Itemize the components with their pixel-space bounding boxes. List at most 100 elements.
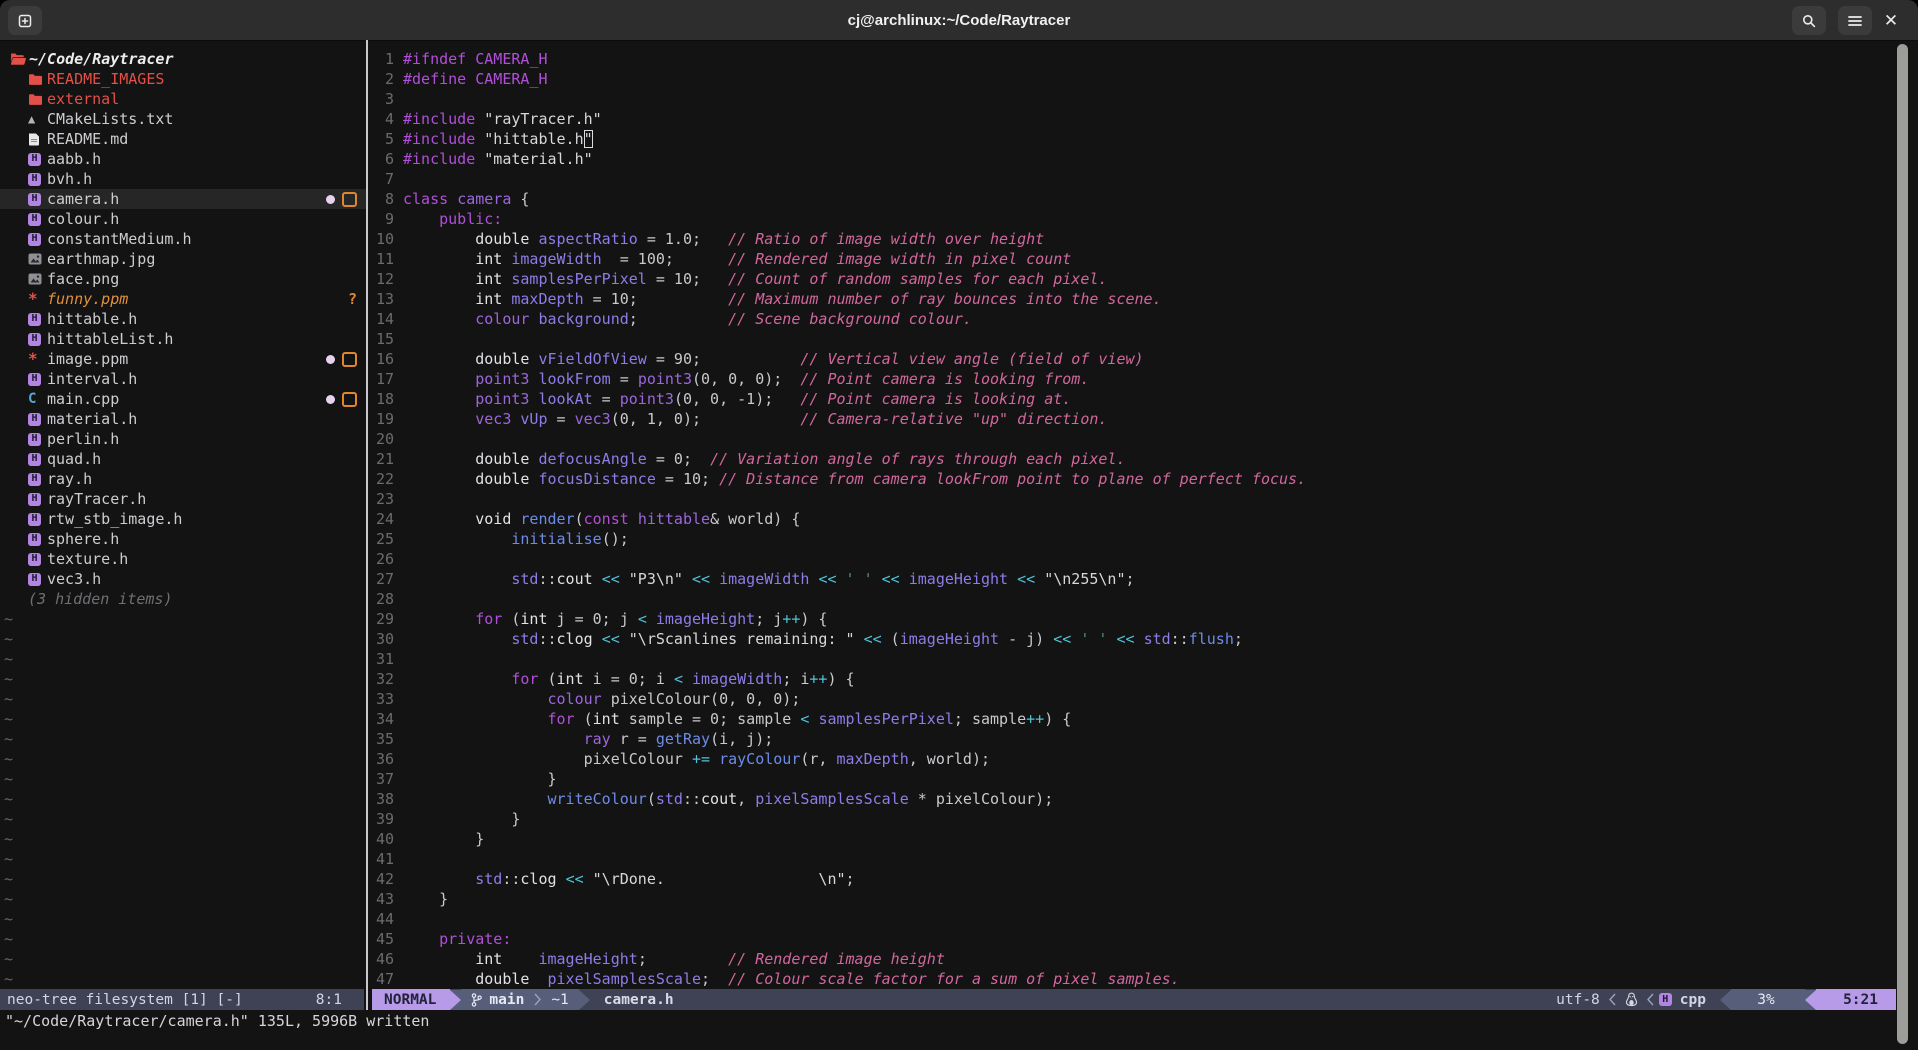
code-line[interactable]: 43 } — [368, 889, 1918, 909]
code-line[interactable]: 5#include "hittable.h" — [368, 129, 1918, 149]
code-line[interactable]: 32 for (int i = 0; i < imageWidth; i++) … — [368, 669, 1918, 689]
line-number: 21 — [368, 449, 394, 469]
code-line[interactable]: 17 point3 lookFrom = point3(0, 0, 0); //… — [368, 369, 1918, 389]
code-line[interactable]: 45 private: — [368, 929, 1918, 949]
close-button[interactable]: ✕ — [1876, 6, 1906, 35]
tree-item[interactable]: Hcolour.h — [0, 209, 366, 229]
line-number: 43 — [368, 889, 394, 909]
menu-button[interactable] — [1838, 6, 1872, 35]
scrollbar[interactable] — [1897, 44, 1908, 1044]
code-line[interactable]: 4#include "rayTracer.h" — [368, 109, 1918, 129]
tree-item-icon-wrap: H — [28, 513, 45, 526]
tree-item-icon-wrap: H — [28, 213, 45, 226]
code-line[interactable]: 37 } — [368, 769, 1918, 789]
tree-item[interactable]: Hbvh.h — [0, 169, 366, 189]
code-line[interactable]: 44 — [368, 909, 1918, 929]
code-line[interactable]: 20 — [368, 429, 1918, 449]
chevron-left-icon — [1646, 992, 1655, 1007]
code-line[interactable]: 19 vec3 vUp = vec3(0, 1, 0); // Camera-r… — [368, 409, 1918, 429]
neotree-status-title: neo-tree filesystem [1] [-] — [0, 992, 243, 1008]
code-line[interactable]: 2#define CAMERA_H — [368, 69, 1918, 89]
code-line[interactable]: 38 writeColour(std::cout, pixelSamplesSc… — [368, 789, 1918, 809]
code-line[interactable]: 47 double pixelSamplesScale; // Colour s… — [368, 969, 1918, 989]
tree-item-label: (3 hidden items) — [28, 589, 173, 609]
tree-item-icon-wrap: H — [28, 173, 45, 186]
tree-item-label: bvh.h — [47, 169, 92, 189]
tree-item[interactable]: face.png — [0, 269, 366, 289]
code-line[interactable]: 46 int imageHeight; // Rendered image he… — [368, 949, 1918, 969]
tree-item[interactable]: HconstantMedium.h — [0, 229, 366, 249]
code-line[interactable]: 18 point3 lookAt = point3(0, 0, -1); // … — [368, 389, 1918, 409]
code-line[interactable]: 11 int imageWidth = 100; // Rendered ima… — [368, 249, 1918, 269]
tree-item[interactable]: HrayTracer.h — [0, 489, 366, 509]
tree-item[interactable]: (3 hidden items) — [0, 589, 366, 609]
code-line[interactable]: 23 — [368, 489, 1918, 509]
code-line[interactable]: 40 } — [368, 829, 1918, 849]
code-line[interactable]: 14 colour background; // Scene backgroun… — [368, 309, 1918, 329]
tree-item[interactable]: Haabb.h — [0, 149, 366, 169]
tree-item[interactable]: external — [0, 89, 366, 109]
code-line[interactable]: 29 for (int j = 0; j < imageHeight; j++)… — [368, 609, 1918, 629]
tree-item[interactable]: *funny.ppm? — [0, 289, 366, 309]
tree-item-label: vec3.h — [47, 569, 101, 589]
code-line[interactable]: 3 — [368, 89, 1918, 109]
tree-item[interactable]: ▲CMakeLists.txt — [0, 109, 366, 129]
tree-item[interactable]: HhittableList.h — [0, 329, 366, 349]
code-line[interactable]: 27 std::cout << "P3\n" << imageWidth << … — [368, 569, 1918, 589]
code-line[interactable]: 26 — [368, 549, 1918, 569]
tree-item[interactable]: README.md — [0, 129, 366, 149]
tree-item[interactable]: Hmaterial.h — [0, 409, 366, 429]
editor-cursor: " — [584, 130, 593, 148]
tree-item[interactable]: earthmap.jpg — [0, 249, 366, 269]
code-line[interactable]: 22 double focusDistance = 10; // Distanc… — [368, 469, 1918, 489]
code-line[interactable]: 10 double aspectRatio = 1.0; // Ratio of… — [368, 229, 1918, 249]
code-line[interactable]: 9 public: — [368, 209, 1918, 229]
code-line[interactable]: 42 std::clog << "\rDone. \n"; — [368, 869, 1918, 889]
code-line[interactable]: 24 void render(const hittable& world) { — [368, 509, 1918, 529]
tree-item[interactable]: Hcamera.h — [0, 189, 366, 209]
tree-item[interactable]: Hray.h — [0, 469, 366, 489]
code-line[interactable]: 6#include "material.h" — [368, 149, 1918, 169]
code-line[interactable]: 16 double vFieldOfView = 90; // Vertical… — [368, 349, 1918, 369]
tree-item[interactable]: *image.ppm — [0, 349, 366, 369]
code-line[interactable]: 34 for (int sample = 0; sample < samples… — [368, 709, 1918, 729]
line-number: 18 — [368, 389, 394, 409]
code-line[interactable]: 39 } — [368, 809, 1918, 829]
tree-item[interactable]: Hquad.h — [0, 449, 366, 469]
tree-item[interactable]: Hperlin.h — [0, 429, 366, 449]
new-tab-button[interactable] — [8, 6, 42, 35]
header-file-icon: H — [28, 433, 41, 446]
chevron-left-icon — [1608, 992, 1617, 1007]
code-line[interactable]: 21 double defocusAngle = 0; // Variation… — [368, 449, 1918, 469]
tree-item[interactable]: Hinterval.h — [0, 369, 366, 389]
code-line[interactable]: 33 colour pixelColour(0, 0, 0); — [368, 689, 1918, 709]
line-number: 26 — [368, 549, 394, 569]
code-line[interactable]: 28 — [368, 589, 1918, 609]
tree-item[interactable]: README_IMAGES — [0, 69, 366, 89]
tree-item[interactable]: Htexture.h — [0, 549, 366, 569]
tree-item-label: texture.h — [47, 549, 128, 569]
code-line[interactable]: 13 int maxDepth = 10; // Maximum number … — [368, 289, 1918, 309]
tree-item[interactable]: Hhittable.h — [0, 309, 366, 329]
tree-item[interactable]: Cmain.cpp — [0, 389, 366, 409]
tree-item[interactable]: Hrtw_stb_image.h — [0, 509, 366, 529]
code-line[interactable]: 31 — [368, 649, 1918, 669]
code-line[interactable]: 35 ray r = getRay(i, j); — [368, 729, 1918, 749]
tree-item-label: funny.ppm — [47, 289, 128, 309]
code-line[interactable]: 15 — [368, 329, 1918, 349]
editor-buffer[interactable]: 1#ifndef CAMERA_H2#define CAMERA_H34#inc… — [368, 40, 1918, 989]
search-button[interactable] — [1792, 6, 1826, 35]
tree-item-label: face.png — [47, 269, 119, 289]
tree-root-item[interactable]: ~/Code/Raytracer — [0, 49, 366, 69]
code-line[interactable]: 1#ifndef CAMERA_H — [368, 49, 1918, 69]
code-line[interactable]: 41 — [368, 849, 1918, 869]
code-line[interactable]: 12 int samplesPerPixel = 10; // Count of… — [368, 269, 1918, 289]
code-line[interactable]: 8class camera { — [368, 189, 1918, 209]
code-line[interactable]: 30 std::clog << "\rScanlines remaining: … — [368, 629, 1918, 649]
tree-item[interactable]: Hsphere.h — [0, 529, 366, 549]
code-line[interactable]: 7 — [368, 169, 1918, 189]
code-line[interactable]: 36 pixelColour += rayColour(r, maxDepth,… — [368, 749, 1918, 769]
header-file-icon: H — [28, 233, 41, 246]
tree-item[interactable]: Hvec3.h — [0, 569, 366, 589]
code-line[interactable]: 25 initialise(); — [368, 529, 1918, 549]
